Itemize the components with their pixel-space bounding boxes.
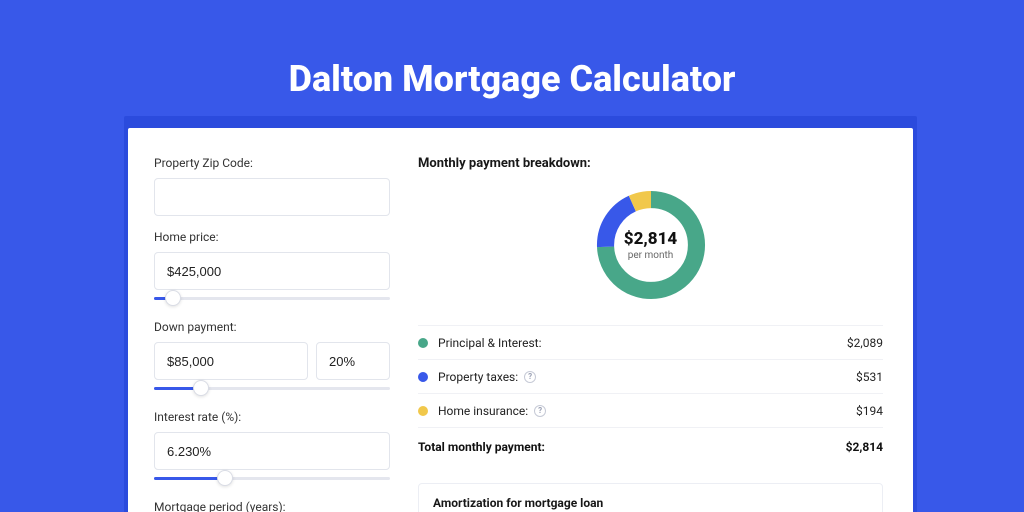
legend-label: Property taxes:?: [438, 370, 536, 384]
legend-row-tax: Property taxes:? $531: [418, 359, 883, 393]
zip-input[interactable]: [154, 178, 390, 216]
form-column: Property Zip Code: Home price: Down paym…: [154, 156, 390, 512]
legend-row-ins: Home insurance:? $194: [418, 393, 883, 427]
slider-thumb[interactable]: [217, 470, 233, 486]
info-icon[interactable]: ?: [534, 405, 546, 417]
down-payment-pct-input[interactable]: [316, 342, 390, 380]
calculator-card: Property Zip Code: Home price: Down paym…: [128, 128, 913, 512]
zip-label: Property Zip Code:: [154, 156, 390, 170]
total-label: Total monthly payment:: [418, 440, 545, 454]
breakdown-heading: Monthly payment breakdown:: [418, 156, 883, 171]
interest-label: Interest rate (%):: [154, 410, 390, 424]
down-payment-input[interactable]: [154, 342, 308, 380]
total-value: $2,814: [846, 440, 883, 454]
legend-value: $531: [856, 370, 883, 384]
info-icon[interactable]: ?: [524, 371, 536, 383]
page-title: Dalton Mortgage Calculator: [0, 0, 1024, 100]
donut-sub: per month: [628, 250, 674, 261]
slider-thumb[interactable]: [193, 380, 209, 396]
home-price-label: Home price:: [154, 230, 390, 244]
breakdown-column: Monthly payment breakdown: $2,814 per mo…: [418, 156, 883, 512]
donut-value: $2,814: [624, 229, 677, 249]
legend: Principal & Interest: $2,089 Property taxe…: [418, 325, 883, 427]
legend-label: Principal & Interest:: [438, 336, 542, 350]
period-label: Mortgage period (years):: [154, 500, 390, 512]
legend-value: $2,089: [847, 336, 883, 350]
down-payment-label: Down payment:: [154, 320, 390, 334]
legend-dot: [418, 338, 428, 348]
legend-dot: [418, 406, 428, 416]
home-price-slider[interactable]: [154, 292, 390, 306]
legend-dot: [418, 372, 428, 382]
amortization-heading: Amortization for mortgage loan: [433, 496, 868, 510]
down-payment-slider[interactable]: [154, 382, 390, 396]
legend-value: $194: [856, 404, 883, 418]
amortization-section: Amortization for mortgage loan Amortizat…: [418, 483, 883, 512]
legend-label: Home insurance:?: [438, 404, 546, 418]
legend-row-pi: Principal & Interest: $2,089: [418, 325, 883, 359]
donut-chart: $2,814 per month: [591, 185, 711, 305]
slider-thumb[interactable]: [165, 290, 181, 306]
home-price-input[interactable]: [154, 252, 390, 290]
interest-input[interactable]: [154, 432, 390, 470]
interest-slider[interactable]: [154, 472, 390, 486]
